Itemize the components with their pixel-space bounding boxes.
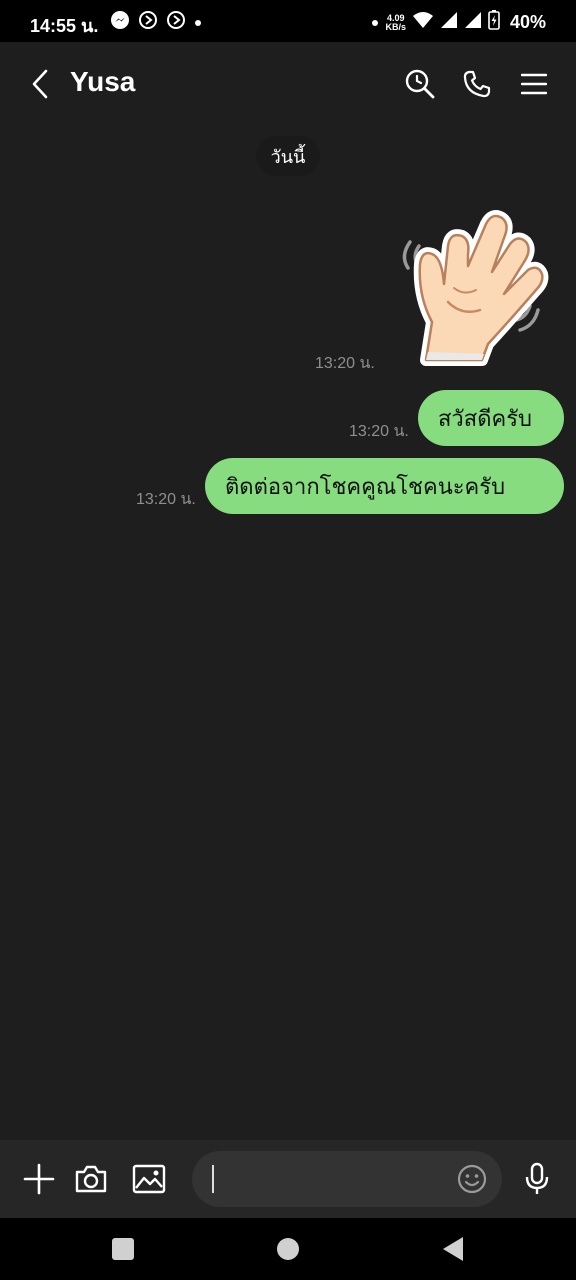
recents-icon <box>112 1238 134 1260</box>
back-triangle-icon <box>443 1237 463 1261</box>
menu-button[interactable] <box>514 64 554 104</box>
signal-icon <box>440 11 458 34</box>
search-clock-icon <box>405 69 435 99</box>
back-icon <box>32 69 48 99</box>
waving-hand-icon <box>402 210 549 366</box>
wifi-icon <box>412 11 434 34</box>
mic-icon <box>525 1162 549 1194</box>
sticker-message[interactable] <box>392 206 554 366</box>
message-time: 13:20 น. <box>136 491 196 508</box>
net-speed-unit: KB/s <box>385 21 406 32</box>
voice-button[interactable] <box>517 1159 557 1199</box>
message-text: สวัสดีครับ <box>438 405 532 431</box>
net-speed: 4.09 KB/s <box>385 13 406 32</box>
battery-percentage: 40% <box>509 12 546 32</box>
add-button[interactable] <box>19 1159 59 1199</box>
image-icon <box>132 1164 166 1194</box>
message-time: 13:20 น. <box>315 355 375 372</box>
recents-button[interactable] <box>108 1234 138 1264</box>
emoji-icon <box>457 1164 487 1194</box>
system-status-icons: 4.09 KB/s 40% <box>371 10 546 35</box>
home-button[interactable] <box>273 1234 303 1264</box>
phone-icon <box>463 70 491 98</box>
dial-icon <box>166 10 186 35</box>
search-button[interactable] <box>400 64 440 104</box>
signal-icon <box>464 11 482 34</box>
message-bubble[interactable]: ติดต่อจากโชคคูณโชคนะครับ <box>205 458 564 514</box>
date-separator: วันนี้ <box>256 136 320 176</box>
menu-icon <box>521 73 547 95</box>
dial-icon <box>138 10 158 35</box>
dot-icon <box>194 14 202 32</box>
input-bar <box>0 1140 576 1218</box>
emoji-button[interactable] <box>452 1159 492 1199</box>
back-button[interactable] <box>22 64 58 104</box>
messenger-icon <box>110 10 130 35</box>
call-button[interactable] <box>457 64 497 104</box>
plus-icon <box>23 1163 55 1195</box>
message-text: ติดต่อจากโชคคูณโชคนะครับ <box>225 473 506 499</box>
nav-back-button[interactable] <box>438 1234 468 1264</box>
camera-icon <box>75 1165 107 1193</box>
battery-charging-icon <box>488 10 500 35</box>
status-time: 14:55 น. <box>30 16 99 36</box>
home-icon <box>277 1238 299 1260</box>
gallery-button[interactable] <box>129 1159 169 1199</box>
chat-header: Yusa <box>0 42 576 126</box>
system-nav-bar <box>0 1218 576 1280</box>
notification-icons <box>110 10 202 35</box>
camera-button[interactable] <box>71 1159 111 1199</box>
message-bubble[interactable]: สวัสดีครับ <box>418 390 564 446</box>
dot-icon <box>371 14 379 32</box>
message-input[interactable] <box>192 1151 502 1207</box>
text-caret <box>212 1165 214 1193</box>
status-bar: 14:55 น. 4.09 KB/s 40% <box>0 0 576 42</box>
chat-title[interactable]: Yusa <box>70 66 135 98</box>
message-time: 13:20 น. <box>349 423 409 440</box>
